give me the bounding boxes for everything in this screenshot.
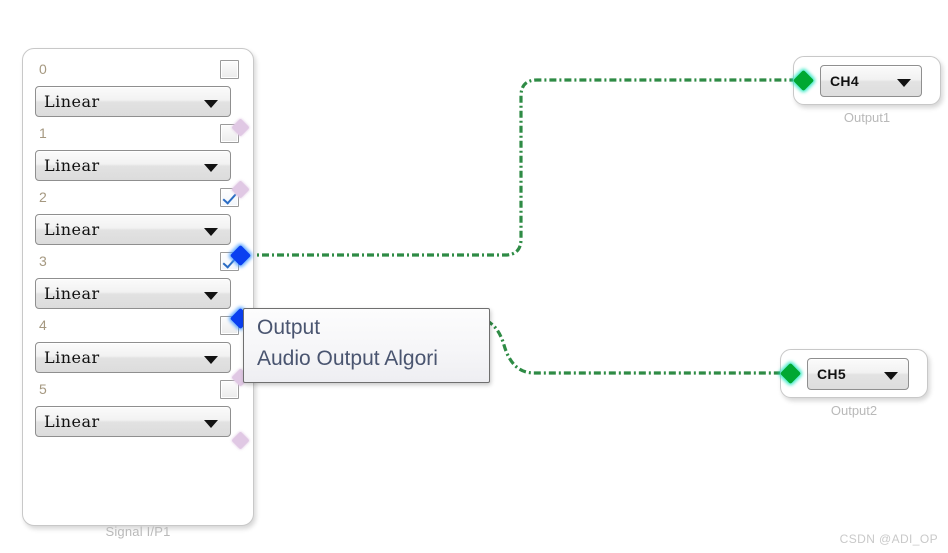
tooltip-title: Output <box>257 316 321 339</box>
signal-input-panel[interactable]: 0 Linear 1 Linear 2 Linear 3 Linear 4 Li… <box>22 48 254 526</box>
signal-row-select-1[interactable]: Linear <box>35 150 231 181</box>
signal-row-select-5[interactable]: Linear <box>35 406 231 437</box>
signal-row-select-4[interactable]: Linear <box>35 342 231 373</box>
output2-channel-select[interactable]: CH5 <box>807 358 909 390</box>
signal-panel-caption: Signal I/P1 <box>105 524 171 539</box>
output2-channel-label: CH5 <box>817 366 846 382</box>
signal-row-select-label-0: Linear <box>44 92 100 111</box>
signal-row-select-0[interactable]: Linear <box>35 86 231 117</box>
node-tooltip: Output Audio Output Algori <box>243 308 490 383</box>
signal-row-head-2: 2 <box>33 185 243 214</box>
signal-row-select-label-1: Linear <box>44 156 100 175</box>
output1-node[interactable]: CH4 <box>793 56 941 105</box>
chevron-down-icon <box>204 164 218 172</box>
watermark: CSDN @ADI_OP <box>839 532 938 546</box>
output1-channel-label: CH4 <box>830 73 859 89</box>
output1-channel-select[interactable]: CH4 <box>820 65 922 97</box>
chevron-down-icon <box>884 372 898 380</box>
signal-row-head-5: 5 <box>33 377 243 406</box>
signal-row-index-2: 2 <box>39 189 47 205</box>
signal-row-head-1: 1 <box>33 121 243 150</box>
wire-row2-to-output1 <box>247 78 800 257</box>
signal-row-index-0: 0 <box>39 61 47 77</box>
signal-row-select-label-4: Linear <box>44 348 100 367</box>
signal-row-select-3[interactable]: Linear <box>35 278 231 309</box>
signal-row-head-3: 3 <box>33 249 243 278</box>
signal-row-head-0: 0 <box>33 57 243 86</box>
signal-row-select-label-3: Linear <box>44 284 100 303</box>
output2-node[interactable]: CH5 <box>780 349 928 398</box>
signal-row-checkbox-0[interactable] <box>220 60 239 79</box>
chevron-down-icon <box>204 100 218 108</box>
signal-row-index-1: 1 <box>39 125 47 141</box>
output2-caption: Output2 <box>830 403 878 418</box>
signal-row-head-4: 4 <box>33 313 243 342</box>
output1-caption: Output1 <box>843 110 891 125</box>
signal-rows: 0 Linear 1 Linear 2 Linear 3 Linear 4 Li… <box>33 57 243 441</box>
tooltip-subtitle: Audio Output Algori <box>257 347 438 370</box>
signal-row-select-label-5: Linear <box>44 412 100 431</box>
signal-row-index-5: 5 <box>39 381 47 397</box>
signal-row-index-3: 3 <box>39 253 47 269</box>
flow-canvas: 0 Linear 1 Linear 2 Linear 3 Linear 4 Li… <box>0 0 948 553</box>
chevron-down-icon <box>204 420 218 428</box>
signal-row-index-4: 4 <box>39 317 47 333</box>
chevron-down-icon <box>204 356 218 364</box>
signal-row-select-2[interactable]: Linear <box>35 214 231 245</box>
chevron-down-icon <box>897 79 911 87</box>
chevron-down-icon <box>204 292 218 300</box>
chevron-down-icon <box>204 228 218 236</box>
signal-row-select-label-2: Linear <box>44 220 100 239</box>
